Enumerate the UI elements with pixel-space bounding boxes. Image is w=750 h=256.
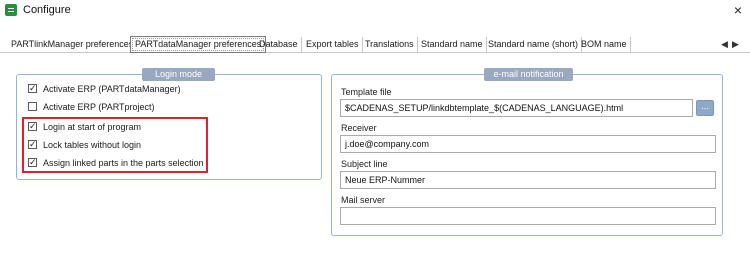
checkbox-label: Activate ERP (PARTproject)	[43, 102, 155, 112]
template-file-label: Template file	[341, 87, 392, 97]
checkbox[interactable]: ✓	[28, 83, 37, 93]
mail-server-field[interactable]	[340, 207, 716, 225]
subject-line-field[interactable]: Neue ERP-Nummer	[340, 171, 716, 189]
tab-standard-name-short[interactable]: Standard name (short)	[485, 37, 583, 52]
subject-line-label: Subject line	[341, 159, 388, 169]
tab-scroll-right-icon[interactable]: ▶	[731, 38, 740, 50]
tab-translations[interactable]: Translations	[362, 37, 418, 52]
tab-partlinkmanager-preferences[interactable]: PARTlinkManager preferences	[8, 37, 136, 52]
tab-partdatamanager-preferences[interactable]: PARTdataManager preferences	[130, 36, 267, 53]
email-notification-caption: e-mail notification	[484, 68, 573, 81]
tab-bom-name[interactable]: BOM name	[578, 37, 631, 52]
tab-export-tables[interactable]: Export tables	[303, 37, 363, 52]
receiver-label: Receiver	[341, 123, 377, 133]
template-file-field[interactable]: $CADENAS_SETUP/linkdbtemplate_$(CADENAS_…	[340, 99, 693, 117]
check-icon: ✓	[29, 83, 37, 93]
receiver-field[interactable]: j.doe@company.com	[340, 135, 716, 153]
tab-database[interactable]: Database	[256, 37, 302, 52]
window-title: Configure	[23, 4, 71, 16]
login-mode-caption: Login mode	[142, 68, 215, 81]
browse-button[interactable]: ...	[696, 100, 714, 116]
tab-divider	[0, 52, 750, 53]
tab-standard-name[interactable]: Standard name	[418, 37, 487, 52]
checkbox-label: Activate ERP (PARTdataManager)	[43, 84, 181, 94]
app-config-icon	[5, 4, 17, 16]
mail-server-label: Mail server	[341, 195, 386, 205]
title-bar: Configure ×	[0, 0, 750, 22]
highlight-annotation	[22, 117, 208, 173]
checkbox[interactable]	[28, 102, 37, 111]
tab-scroll-left-icon[interactable]: ◀	[720, 38, 729, 50]
close-icon[interactable]: ×	[734, 2, 742, 18]
